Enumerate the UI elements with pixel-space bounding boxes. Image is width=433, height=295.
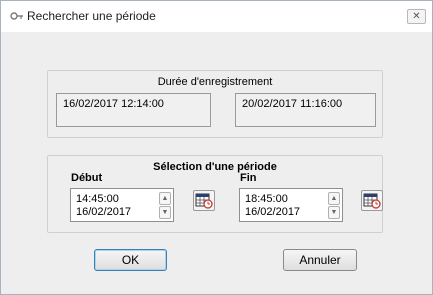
chevron-up-icon: ▲ [161, 195, 169, 202]
recording-duration-group: Durée d'enregistrement 16/02/2017 12:14:… [47, 70, 383, 138]
chevron-up-icon: ▲ [330, 195, 338, 202]
window-title: Rechercher une période [27, 9, 156, 23]
period-selection-group: Sélection d'une période Début 14:45:00 1… [47, 155, 383, 233]
end-date-value: 16/02/2017 [245, 206, 301, 218]
dialog-window: Rechercher une période ✕ Durée d'enregis… [0, 0, 433, 295]
close-button[interactable]: ✕ [407, 9, 426, 24]
start-date-value: 16/02/2017 [76, 206, 132, 218]
start-calendar-button[interactable] [193, 190, 215, 211]
chevron-down-icon: ▼ [161, 209, 169, 216]
end-label: Fin [240, 172, 257, 184]
start-spin-up[interactable]: ▲ [159, 192, 171, 205]
recording-duration-title: Durée d'enregistrement [157, 76, 273, 88]
cancel-button[interactable]: Annuler [283, 249, 357, 271]
start-time-value: 14:45:00 [76, 193, 119, 205]
recording-end-value: 20/02/2017 11:16:00 [235, 93, 376, 127]
ok-button[interactable]: OK [94, 249, 167, 271]
close-icon: ✕ [412, 11, 421, 22]
end-time-value: 18:45:00 [245, 193, 288, 205]
key-icon [10, 10, 24, 22]
recording-start-value: 16/02/2017 12:14:00 [56, 93, 211, 127]
end-datetime-field[interactable]: 18:45:00 16/02/2017 ▲ ▼ [239, 188, 343, 222]
end-calendar-button[interactable] [361, 190, 383, 211]
end-spin-down[interactable]: ▼ [328, 206, 340, 219]
start-spin-down[interactable]: ▼ [159, 206, 171, 219]
chevron-down-icon: ▼ [330, 209, 338, 216]
start-datetime-field[interactable]: 14:45:00 16/02/2017 ▲ ▼ [70, 188, 174, 222]
end-spin-up[interactable]: ▲ [328, 192, 340, 205]
title-bar: Rechercher une période ✕ [1, 1, 432, 32]
dialog-body: Durée d'enregistrement 16/02/2017 12:14:… [8, 33, 425, 289]
start-label: Début [71, 172, 103, 184]
